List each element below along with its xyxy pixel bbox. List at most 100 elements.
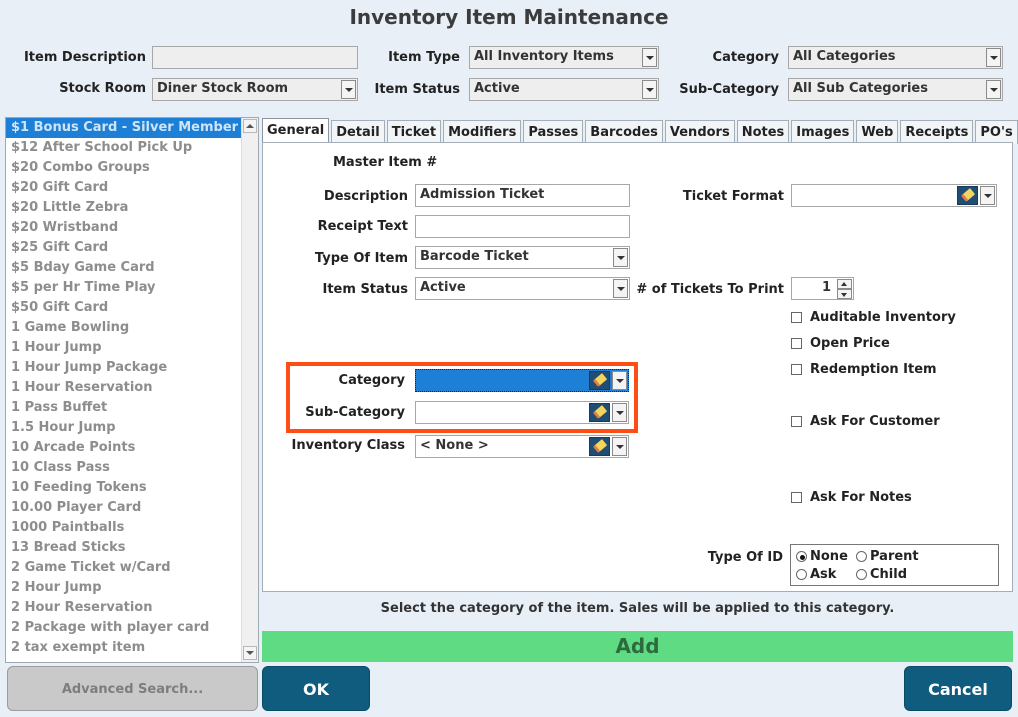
list-item[interactable]: 1 Pass Buffet: [6, 398, 241, 418]
list-item[interactable]: 1 Game Bowling: [6, 318, 241, 338]
add-button[interactable]: Add: [262, 631, 1013, 662]
item-status-filter-label: Item Status: [374, 82, 461, 97]
advanced-search-button[interactable]: Advanced Search...: [7, 666, 258, 711]
edit-pencil-icon[interactable]: [589, 403, 610, 422]
list-item[interactable]: 1.5 Hour Jump: [6, 418, 241, 438]
tab-modifiers[interactable]: Modifiers: [443, 120, 522, 144]
list-item[interactable]: $20 Little Zebra: [6, 198, 241, 218]
tab-ticket[interactable]: Ticket: [386, 120, 442, 144]
type-id-parent-radio[interactable]: [856, 551, 867, 562]
tab-general[interactable]: General: [262, 118, 330, 144]
list-item[interactable]: $12 After School Pick Up: [6, 138, 241, 158]
list-item[interactable]: 10 Class Pass: [6, 458, 241, 478]
list-item[interactable]: $20 Wristband: [6, 218, 241, 238]
type-of-item-label: Type Of Item: [314, 251, 408, 266]
auditable-inventory-label: Auditable Inventory: [810, 310, 956, 325]
type-id-ask-radio[interactable]: [796, 569, 807, 580]
ask-for-customer-label: Ask For Customer: [810, 414, 940, 429]
chevron-down-icon[interactable]: [642, 48, 657, 67]
category-filter-select[interactable]: All Categories: [788, 46, 1003, 69]
chevron-down-icon[interactable]: [612, 403, 627, 422]
inventory-class-select[interactable]: < None >: [415, 435, 629, 458]
category-filter-label: Category: [712, 50, 779, 65]
stepper-down-icon[interactable]: [837, 289, 852, 299]
tickets-to-print-stepper[interactable]: 1: [791, 277, 854, 300]
chevron-down-icon[interactable]: [986, 48, 1001, 67]
ask-for-notes-label: Ask For Notes: [810, 490, 912, 505]
list-item[interactable]: 10 Arcade Points: [6, 438, 241, 458]
chevron-down-icon[interactable]: [612, 437, 627, 456]
list-item[interactable]: 10 Feeding Tokens: [6, 478, 241, 498]
edit-pencil-icon[interactable]: [589, 371, 610, 390]
sub-category-select[interactable]: [415, 401, 629, 424]
list-item[interactable]: 2 Hour Reservation: [6, 598, 241, 618]
edit-pencil-icon[interactable]: [589, 437, 610, 456]
item-type-select[interactable]: All Inventory Items: [469, 46, 659, 69]
list-item[interactable]: 2 Package with player card: [6, 618, 241, 638]
category-select[interactable]: [415, 369, 629, 392]
ticket-format-select[interactable]: [791, 184, 997, 207]
chevron-down-icon[interactable]: [980, 186, 995, 205]
category-filter-value: All Categories: [793, 49, 896, 64]
list-item[interactable]: $20 Combo Groups: [6, 158, 241, 178]
stock-room-select[interactable]: Diner Stock Room: [152, 78, 358, 101]
item-description-label: Item Description: [23, 50, 146, 65]
stepper-up-icon[interactable]: [837, 279, 852, 289]
tab-notes[interactable]: Notes: [736, 120, 790, 144]
list-item[interactable]: 2 Hour Jump: [6, 578, 241, 598]
receipt-text-input[interactable]: [415, 215, 630, 238]
list-item[interactable]: 13 Bread Sticks: [6, 538, 241, 558]
type-id-none-radio[interactable]: [796, 551, 807, 562]
tab-passes[interactable]: Passes: [523, 120, 584, 144]
ok-button[interactable]: OK: [262, 666, 370, 711]
receipt-text-label: Receipt Text: [317, 219, 408, 234]
tab-receipts[interactable]: Receipts: [900, 120, 974, 144]
description-input[interactable]: Admission Ticket: [415, 184, 630, 207]
list-item[interactable]: $25 Gift Card: [6, 238, 241, 258]
list-item[interactable]: 2 tax exempt item: [6, 638, 241, 658]
chevron-down-icon[interactable]: [613, 279, 628, 298]
list-item[interactable]: 1 Hour Jump Package: [6, 358, 241, 378]
list-item[interactable]: $1 Bonus Card - Silver Member: [6, 118, 241, 138]
tab-vendors[interactable]: Vendors: [664, 120, 735, 144]
cancel-button[interactable]: Cancel: [904, 666, 1012, 711]
chevron-down-icon[interactable]: [613, 248, 628, 267]
scroll-down-icon[interactable]: [243, 646, 257, 660]
list-item[interactable]: 10.00 Player Card: [6, 498, 241, 518]
list-item[interactable]: $5 Bday Game Card: [6, 258, 241, 278]
item-status-select[interactable]: Active: [415, 277, 630, 300]
item-status-filter-select[interactable]: Active: [469, 78, 659, 101]
tab-detail[interactable]: Detail: [331, 120, 385, 144]
ask-for-notes-checkbox[interactable]: [791, 492, 802, 503]
list-item[interactable]: 2 Game Ticket w/Card: [6, 558, 241, 578]
ticket-format-label: Ticket Format: [682, 189, 784, 204]
list-item[interactable]: $5 per Hr Time Play: [6, 278, 241, 298]
ask-for-customer-checkbox[interactable]: [791, 416, 802, 427]
tab-bar: General Detail Ticket Modifiers Passes Barcod…: [262, 118, 1018, 144]
tab-po-s[interactable]: PO's: [975, 120, 1018, 144]
chevron-down-icon[interactable]: [986, 80, 1001, 99]
list-item[interactable]: 1000 Paintballs: [6, 518, 241, 538]
tab-barcodes[interactable]: Barcodes: [585, 120, 663, 144]
item-list-scrollbar[interactable]: [241, 118, 258, 662]
type-id-child-radio[interactable]: [856, 569, 867, 580]
item-description-input[interactable]: [152, 46, 358, 69]
chevron-down-icon[interactable]: [341, 80, 356, 99]
list-item[interactable]: $50 Gift Card: [6, 298, 241, 318]
open-price-checkbox[interactable]: [791, 338, 802, 349]
chevron-down-icon[interactable]: [642, 80, 657, 99]
redemption-item-checkbox[interactable]: [791, 364, 802, 375]
tab-images[interactable]: Images: [791, 120, 855, 144]
item-list[interactable]: $1 Bonus Card - Silver Member $12 After S…: [5, 117, 259, 663]
window-title: Inventory Item Maintenance: [349, 5, 669, 29]
scroll-up-icon[interactable]: [243, 119, 257, 133]
sub-category-filter-select[interactable]: All Sub Categories: [788, 78, 1003, 101]
auditable-inventory-checkbox[interactable]: [791, 312, 802, 323]
list-item[interactable]: 1 Hour Reservation: [6, 378, 241, 398]
chevron-down-icon[interactable]: [612, 371, 627, 390]
list-item[interactable]: 1 Hour Jump: [6, 338, 241, 358]
type-of-item-select[interactable]: Barcode Ticket: [415, 246, 630, 269]
tab-web[interactable]: Web: [856, 120, 899, 144]
list-item[interactable]: $20 Gift Card: [6, 178, 241, 198]
edit-pencil-icon[interactable]: [957, 186, 978, 205]
